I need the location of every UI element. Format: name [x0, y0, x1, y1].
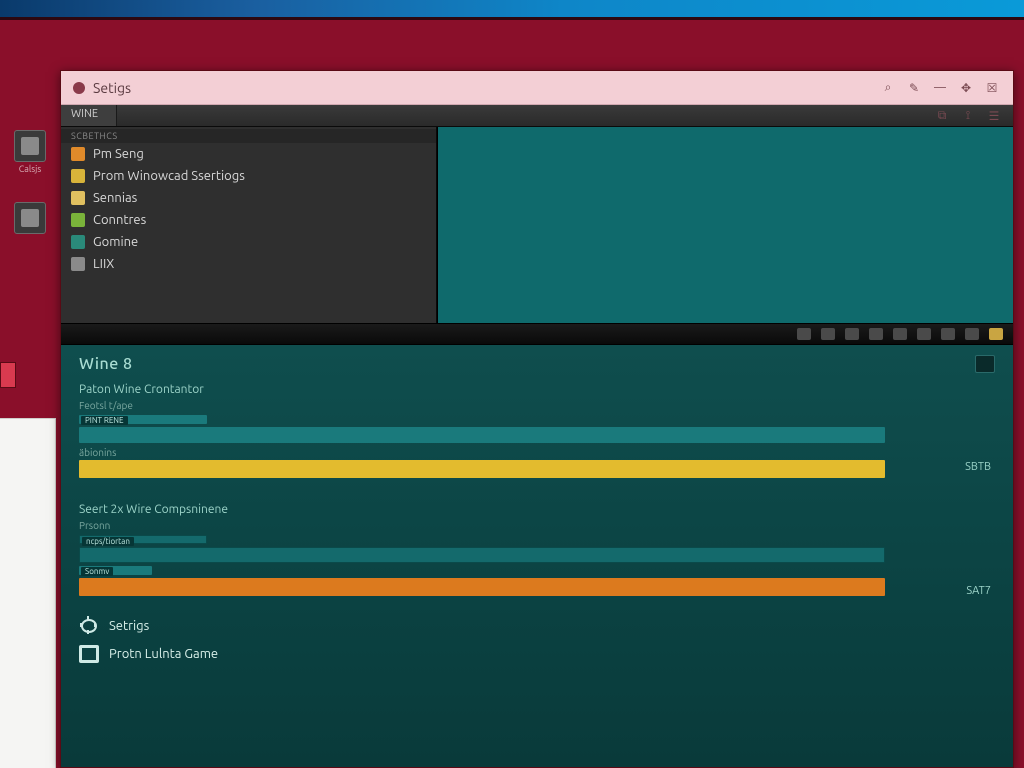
sidebar-section-label: SCBETHCS — [61, 129, 436, 143]
nav-label: Protn Lulnta Game — [109, 647, 218, 661]
sidebar-item-2[interactable]: Sennias — [61, 187, 436, 209]
status-icon[interactable] — [893, 328, 907, 340]
status-icon[interactable] — [941, 328, 955, 340]
window-icon — [71, 169, 85, 183]
sidebar-item-0[interactable]: Pm Seng — [61, 143, 436, 165]
nav-label: Setrigs — [109, 619, 149, 633]
status-icon[interactable] — [797, 328, 811, 340]
minimize-button[interactable]: — — [931, 79, 949, 97]
sidebar-item-3[interactable]: Conntres — [61, 209, 436, 231]
progress-bar-orange[interactable] — [79, 578, 885, 596]
status-icon[interactable] — [965, 328, 979, 340]
sidebar-item-4[interactable]: Gomine — [61, 231, 436, 253]
nav-settings[interactable]: Setrigs — [79, 617, 995, 635]
progress-bar-yellow[interactable] — [79, 460, 885, 478]
config-group-1: Paton Wine Crontantor Feotsl t/ape PINT … — [79, 379, 995, 481]
group-heading: Paton Wine Crontantor — [79, 383, 995, 396]
status-bar — [61, 323, 1013, 345]
group-heading: Seert 2x Wire Compsninene — [79, 503, 995, 516]
chip-bar: PINT RENE — [79, 415, 207, 424]
gear-icon — [79, 617, 99, 635]
upper-pane: WINE ⧉ ⟟ ☰ SCBETHCS Pm Seng Prom Winowca… — [61, 105, 1013, 323]
chip-bar: ncps/tiortan — [79, 535, 207, 544]
document-icon — [71, 147, 85, 161]
sidebar-item-label: Gomine — [93, 235, 138, 249]
field-label: Feotsl t/ape — [79, 400, 995, 411]
linux-icon — [71, 257, 85, 271]
sidebar-item-label: Conntres — [93, 213, 146, 227]
controller-icon — [71, 213, 85, 227]
sidebar: SCBETHCS Pm Seng Prom Winowcad Ssertiogs… — [61, 127, 437, 323]
value-label: SAT7 — [966, 585, 991, 597]
left-edge-handle[interactable] — [0, 362, 16, 388]
progress-track[interactable] — [79, 547, 885, 563]
sidebar-item-label: Prom Winowcad Ssertiogs — [93, 169, 245, 183]
nav-game[interactable]: Protn Lulnta Game — [79, 645, 995, 663]
wine-icon — [71, 235, 85, 249]
pin-button[interactable]: ✥ — [957, 79, 975, 97]
content-area — [437, 127, 1013, 323]
edit-icon[interactable]: ✎ — [905, 79, 923, 97]
config-group-2: Seert 2x Wire Compsninene Prsonn ncps/ti… — [79, 499, 995, 599]
progress-track[interactable] — [79, 427, 885, 443]
tab-icon-2[interactable]: ⟟ — [959, 107, 977, 125]
window-title: Setigs — [93, 80, 131, 96]
chip-label: ncps/tiortan — [82, 537, 134, 546]
sidebar-item-5[interactable]: LIIX — [61, 253, 436, 275]
value-label: SBTB — [965, 461, 991, 473]
sidebar-item-label: Pm Seng — [93, 147, 144, 161]
field-label-2: äbionins — [79, 447, 995, 458]
collapse-button[interactable] — [975, 355, 995, 373]
tab-icon-3[interactable]: ☰ — [985, 107, 1003, 125]
sidebar-item-1[interactable]: Prom Winowcad Ssertiogs — [61, 165, 436, 187]
desktop-topbar — [0, 0, 1024, 20]
close-button[interactable]: ☒ — [983, 79, 1001, 97]
status-icon[interactable] — [869, 328, 883, 340]
field-label: Prsonn — [79, 520, 995, 531]
titlebar[interactable]: Setigs ⌕ ✎ — ✥ ☒ — [61, 71, 1013, 105]
background-panel — [0, 418, 56, 768]
page-title: Wine 8 — [79, 355, 132, 373]
desktop-shortcut-icon-2[interactable] — [14, 202, 46, 234]
settings-window: Setigs ⌕ ✎ — ✥ ☒ WINE ⧉ ⟟ ☰ SCBETHCS Pm … — [60, 70, 1014, 768]
status-icon[interactable] — [917, 328, 931, 340]
tab-icon-1[interactable]: ⧉ — [933, 107, 951, 125]
search-icon[interactable]: ⌕ — [879, 79, 897, 97]
desktop-shortcut-label: Calsjs — [14, 164, 46, 174]
chip-label: Sonmv — [81, 567, 113, 576]
desktop-shortcut-icon[interactable] — [14, 130, 46, 162]
sidebar-item-label: LIIX — [93, 257, 114, 271]
tab-label: WINE — [71, 108, 98, 120]
game-icon — [79, 645, 99, 663]
tabstrip: WINE ⧉ ⟟ ☰ — [61, 105, 1013, 127]
desktop-icons: Calsjs — [6, 130, 54, 234]
folder-icon — [71, 191, 85, 205]
app-icon — [73, 82, 85, 94]
lower-pane: Wine 8 Paton Wine Crontantor Feotsl t/ap… — [61, 345, 1013, 767]
chip-bar-2: Sonmv — [79, 566, 152, 575]
status-icon[interactable] — [821, 328, 835, 340]
status-icon[interactable] — [845, 328, 859, 340]
sidebar-item-label: Sennias — [93, 191, 137, 205]
bottom-nav: Setrigs Protn Lulnta Game — [79, 617, 995, 671]
chip-label: PINT RENE — [81, 416, 128, 425]
folder-icon[interactable] — [989, 328, 1003, 340]
tab-wine[interactable]: WINE — [61, 105, 117, 126]
